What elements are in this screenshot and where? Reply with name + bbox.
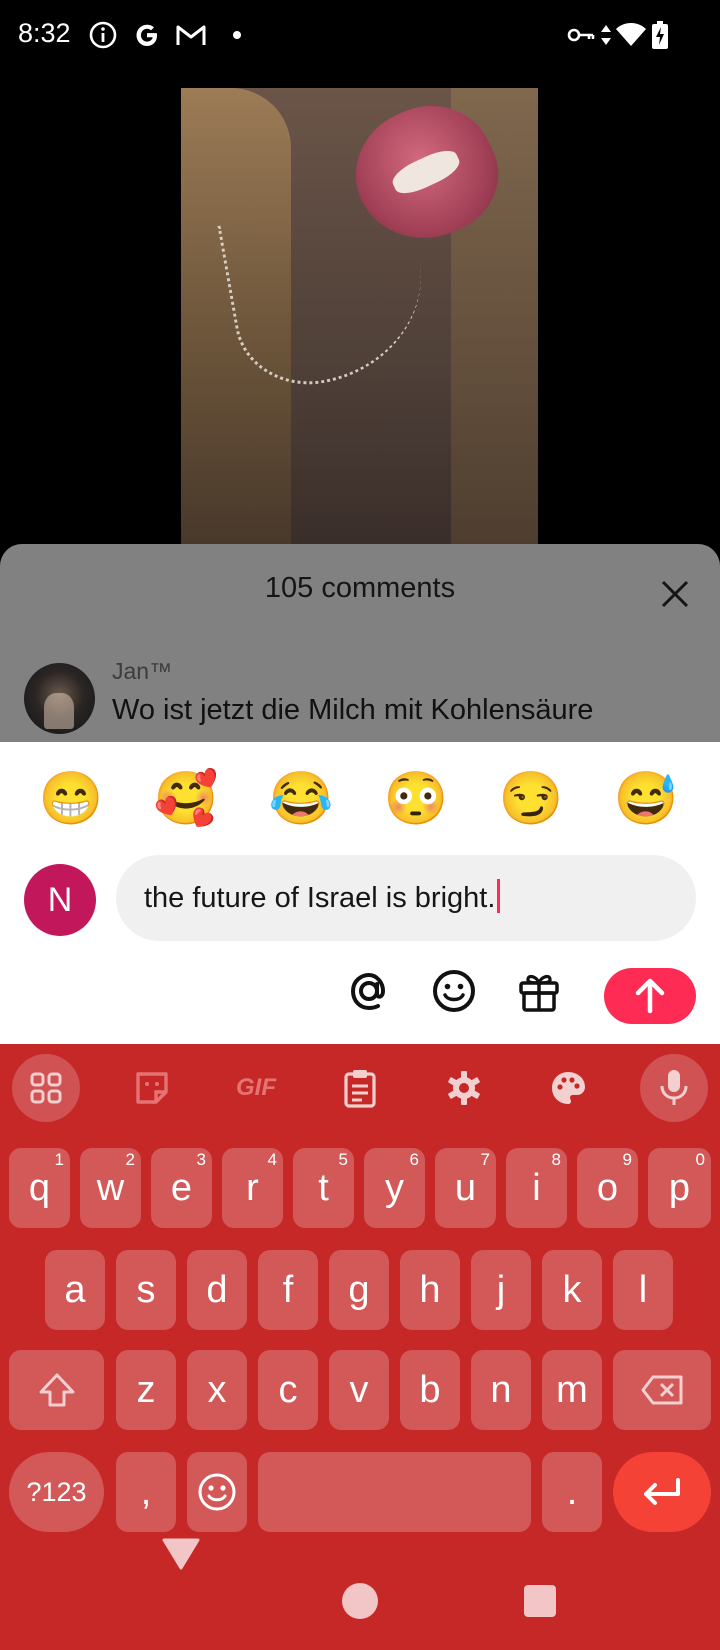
space-key[interactable]: [258, 1452, 531, 1532]
emoji-icon[interactable]: [431, 968, 481, 1018]
mention-icon[interactable]: [346, 968, 396, 1018]
palette-icon[interactable]: [534, 1054, 602, 1122]
key-y[interactable]: y6: [364, 1148, 425, 1228]
enter-key[interactable]: [613, 1452, 711, 1532]
key-l[interactable]: l: [613, 1250, 673, 1330]
key-a[interactable]: a: [45, 1250, 105, 1330]
key-h[interactable]: h: [400, 1250, 460, 1330]
send-button[interactable]: [604, 968, 696, 1024]
quick-emoji-hearts[interactable]: 🥰: [151, 764, 221, 834]
emoji-icon: [198, 1473, 236, 1511]
comment-text: Wo ist jetzt die Milch mit Kohlensäure: [112, 694, 594, 726]
backspace-icon: [641, 1375, 683, 1405]
key-d[interactable]: d: [187, 1250, 247, 1330]
key-o[interactable]: o9: [577, 1148, 638, 1228]
video-frame[interactable]: [181, 88, 538, 544]
quick-emoji-grin[interactable]: 😁: [36, 764, 106, 834]
key-i[interactable]: i8: [506, 1148, 567, 1228]
comment-input-value: the future of Israel is bright.: [144, 882, 496, 914]
close-icon[interactable]: [655, 574, 695, 614]
key-q[interactable]: q1: [9, 1148, 70, 1228]
keyboard: GIF q1 w2 e3 r4 t5 y6 u7 i8 o9 p0 a s d …: [0, 1044, 720, 1650]
compose-panel: 😁 🥰 😂 😳 😏 😅 N the future of Israel is br…: [0, 742, 720, 1044]
user-avatar: N: [24, 864, 96, 936]
key-e[interactable]: e3: [151, 1148, 212, 1228]
comments-title: 105 comments: [264, 572, 456, 604]
key-b[interactable]: b: [400, 1350, 460, 1430]
key-p[interactable]: p0: [648, 1148, 711, 1228]
emoji-key[interactable]: [187, 1452, 247, 1532]
enter-icon: [644, 1478, 680, 1505]
key-z[interactable]: z: [116, 1350, 176, 1430]
period-key[interactable]: .: [542, 1452, 602, 1532]
microphone-icon[interactable]: [640, 1054, 708, 1122]
wifi-icon: [614, 20, 648, 50]
back-icon[interactable]: [160, 1536, 202, 1572]
gmail-icon: [176, 20, 206, 50]
quick-emoji-sweat-smile[interactable]: 😅: [611, 764, 681, 834]
comma-key[interactable]: ,: [116, 1452, 176, 1532]
settings-icon[interactable]: [430, 1054, 498, 1122]
key-c[interactable]: c: [258, 1350, 318, 1430]
key-v[interactable]: v: [329, 1350, 389, 1430]
backspace-key[interactable]: [613, 1350, 711, 1430]
apps-icon[interactable]: [12, 1054, 80, 1122]
symbols-key[interactable]: ?123: [9, 1452, 104, 1532]
shift-icon: [39, 1373, 74, 1407]
key-w[interactable]: w2: [80, 1148, 141, 1228]
key-k[interactable]: k: [542, 1250, 602, 1330]
comment-username[interactable]: Jan™: [112, 658, 172, 685]
dot-icon: [222, 20, 252, 50]
arrow-up-icon: [635, 978, 665, 1014]
key-g[interactable]: g: [329, 1250, 389, 1330]
key-f[interactable]: f: [258, 1250, 318, 1330]
quick-emoji-joy[interactable]: 😂: [266, 764, 336, 834]
key-r[interactable]: r4: [222, 1148, 283, 1228]
gif-button[interactable]: GIF: [222, 1054, 290, 1122]
key-j[interactable]: j: [471, 1250, 531, 1330]
key-x[interactable]: x: [187, 1350, 247, 1430]
key-m[interactable]: m: [542, 1350, 602, 1430]
text-caret: [497, 879, 501, 913]
data-arrows-icon: [597, 20, 615, 50]
key-u[interactable]: u7: [435, 1148, 496, 1228]
status-bar: 8:32: [0, 0, 720, 72]
key-n[interactable]: n: [471, 1350, 531, 1430]
clipboard-icon[interactable]: [326, 1054, 394, 1122]
info-icon: [88, 20, 118, 50]
vpn-key-icon: [566, 20, 596, 50]
status-time: 8:32: [18, 18, 71, 48]
key-t[interactable]: t5: [293, 1148, 354, 1228]
google-icon: [132, 20, 162, 50]
comments-sheet: 105 comments Jan™ Wo ist jetzt die Milch…: [0, 544, 720, 744]
home-icon[interactable]: [342, 1583, 378, 1619]
sticker-icon[interactable]: [118, 1054, 186, 1122]
recents-icon[interactable]: [524, 1585, 556, 1617]
shift-key[interactable]: [9, 1350, 104, 1430]
comment-input[interactable]: the future of Israel is bright.: [116, 855, 696, 941]
battery-charging-icon: [648, 20, 672, 50]
gift-icon[interactable]: [516, 968, 566, 1018]
key-s[interactable]: s: [116, 1250, 176, 1330]
commenter-avatar[interactable]: [24, 663, 95, 734]
quick-emoji-flushed[interactable]: 😳: [381, 764, 451, 834]
quick-emoji-smirk[interactable]: 😏: [496, 764, 566, 834]
